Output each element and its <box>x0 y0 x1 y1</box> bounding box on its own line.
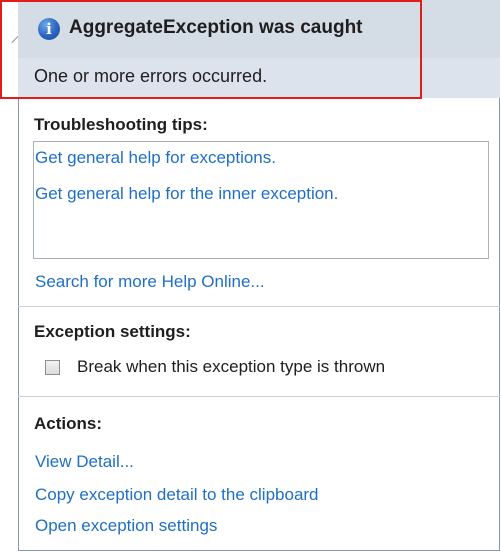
view-detail-link[interactable]: View Detail... <box>35 452 134 472</box>
break-on-throw-checkbox[interactable] <box>45 360 60 375</box>
separator <box>18 306 500 307</box>
highlight-box <box>0 0 422 99</box>
break-on-throw-label[interactable]: Break when this exception type is thrown <box>77 357 385 377</box>
actions-label: Actions: <box>34 414 102 433</box>
tip-link-general-help[interactable]: Get general help for exceptions. <box>35 148 276 168</box>
troubleshooting-label: Troubleshooting tips: <box>34 115 208 134</box>
separator <box>18 396 500 397</box>
exception-settings-label: Exception settings: <box>34 322 191 341</box>
copy-exception-detail-link[interactable]: Copy exception detail to the clipboard <box>35 485 319 505</box>
tip-link-inner-exception[interactable]: Get general help for the inner exception… <box>35 184 338 204</box>
open-exception-settings-link[interactable]: Open exception settings <box>35 516 217 536</box>
search-help-online-link[interactable]: Search for more Help Online... <box>35 272 265 292</box>
